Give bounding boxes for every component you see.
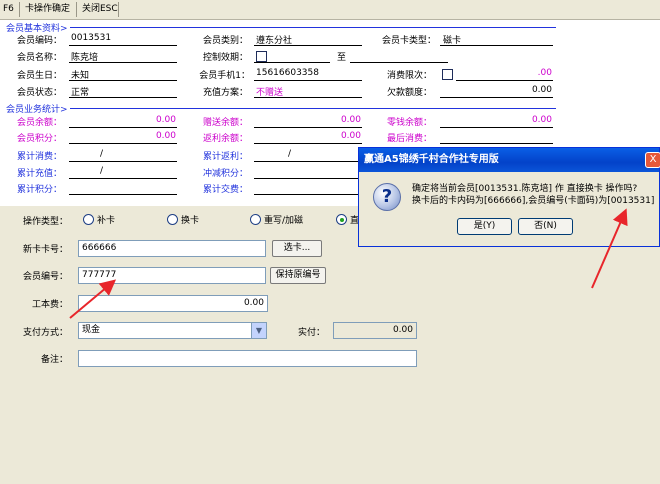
red-arrow-member-no [69, 279, 117, 319]
annotation-arrows [69, 208, 628, 319]
red-arrow-dialog-code [591, 208, 628, 289]
